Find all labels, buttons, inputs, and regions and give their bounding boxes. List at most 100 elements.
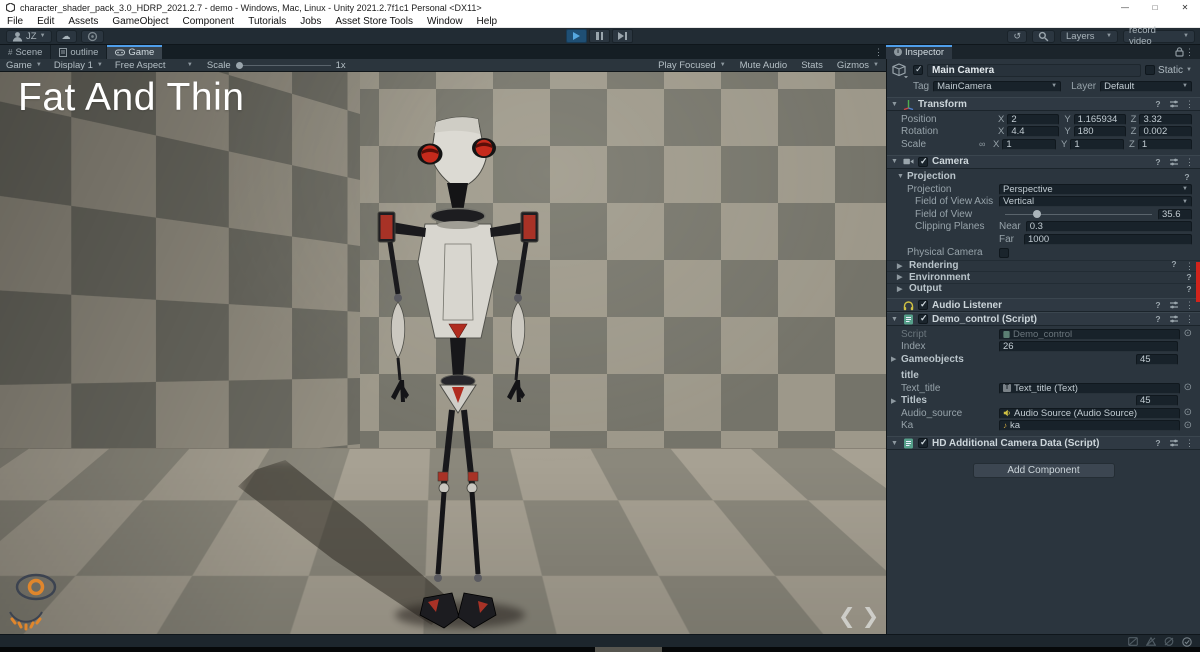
index-field[interactable]: 26 <box>999 341 1178 353</box>
eye-toggle-icon[interactable] <box>14 572 58 602</box>
environment-foldout[interactable]: ▶ Environment ? <box>887 271 1200 283</box>
minimize-button[interactable]: — <box>1110 0 1140 15</box>
display-target-dropdown[interactable]: Display 1 ▼ <box>48 59 109 72</box>
component-menu-icon[interactable]: ⋮ <box>1185 312 1194 326</box>
transform-header[interactable]: ▼ Transform ? ⋮ <box>887 97 1200 111</box>
gameobject-enabled-checkbox[interactable] <box>913 64 923 75</box>
camera-header[interactable]: ▼ Camera ? ⋮ <box>887 154 1200 169</box>
hd-camera-data-enabled-checkbox[interactable] <box>918 437 928 448</box>
camera-enabled-checkbox[interactable] <box>918 156 928 167</box>
help-icon[interactable]: ? <box>1153 99 1163 109</box>
foldout-open-icon[interactable]: ▼ <box>891 158 899 165</box>
scale-x-field[interactable]: 1 <box>1002 138 1056 150</box>
audio-source-object-field[interactable]: Audio Source (Audio Source) <box>999 407 1180 419</box>
script-object-field[interactable]: Demo_control <box>999 328 1180 340</box>
far-field[interactable]: 1000 <box>1024 233 1192 245</box>
account-dropdown[interactable]: JZ ▼ <box>6 29 52 43</box>
add-component-button[interactable]: Add Component <box>972 463 1115 478</box>
menu-tutorials[interactable]: Tutorials <box>241 15 293 28</box>
demo-control-header[interactable]: ▼ Demo_control (Script) ? ⋮ <box>887 312 1200 326</box>
search-button[interactable] <box>1032 29 1055 43</box>
tab-scene[interactable]: # Scene <box>0 45 51 59</box>
static-dropdown-icon[interactable]: ▼ <box>1186 67 1192 73</box>
foldout-closed-icon[interactable]: ▶ <box>891 355 899 363</box>
rendering-foldout[interactable]: ▶ Rendering ? ⋮ <box>887 259 1200 273</box>
physical-camera-checkbox[interactable] <box>999 247 1009 258</box>
titles-row[interactable]: ▶ Titles 45 <box>887 395 1200 408</box>
foldout-open-icon[interactable]: ▼ <box>897 173 905 180</box>
game-viewport[interactable]: Fat And Thin ❮ ❯ <box>0 72 886 634</box>
rotation-x-field[interactable]: 4.4 <box>1007 126 1060 138</box>
foldout-closed-icon[interactable]: ▶ <box>897 273 905 281</box>
static-checkbox[interactable] <box>1145 65 1156 75</box>
menu-component[interactable]: Component <box>176 15 242 28</box>
tab-inspector[interactable]: i Inspector <box>886 45 953 59</box>
position-y-field[interactable]: 1.165934 <box>1073 113 1126 125</box>
menu-assets[interactable]: Assets <box>61 15 105 28</box>
tab-outline[interactable]: outline <box>51 45 107 59</box>
preset-icon[interactable] <box>1169 157 1179 167</box>
taskbar-app-button[interactable] <box>595 647 662 652</box>
hd-camera-data-header[interactable]: ▼ HD Additional Camera Data (Script) ? ⋮ <box>887 436 1200 450</box>
help-icon[interactable]: ? <box>1153 314 1163 324</box>
object-picker-icon[interactable]: ⊙ <box>1184 420 1192 431</box>
fov-slider-knob[interactable] <box>1032 210 1041 219</box>
gameobject-cube-icon[interactable] <box>892 62 909 78</box>
gameobjects-row[interactable]: ▶ Gameobjects 45 <box>887 353 1200 366</box>
foldout-open-icon[interactable]: ▼ <box>891 101 899 108</box>
foldout-open-icon[interactable]: ▼ <box>891 316 899 323</box>
tag-dropdown[interactable]: MainCamera <box>933 80 1062 92</box>
check-circle-icon[interactable] <box>1182 637 1192 647</box>
rotation-y-field[interactable]: 180 <box>1073 126 1126 138</box>
inspector-panel-menu[interactable]: ⋮ <box>1181 45 1198 59</box>
layers-dropdown[interactable]: Layers ▼ <box>1060 29 1118 43</box>
menu-file[interactable]: File <box>0 15 30 28</box>
gizmos-dropdown[interactable]: Gizmos ▼ <box>830 60 886 71</box>
next-arrow[interactable]: ❯ <box>862 604 880 629</box>
layer-dropdown[interactable]: Default <box>1100 80 1192 92</box>
console-warning-muted-icon[interactable] <box>1146 637 1156 646</box>
console-info-muted-icon[interactable] <box>1128 637 1138 646</box>
aspect-ratio-dropdown[interactable]: Free Aspect ▼ <box>109 59 199 72</box>
help-icon[interactable]: ? <box>1184 284 1194 294</box>
rotation-z-field[interactable]: 0.002 <box>1139 126 1192 138</box>
help-icon[interactable]: ? <box>1184 272 1194 282</box>
foldout-closed-icon[interactable]: ▶ <box>897 285 905 293</box>
game-panel-menu[interactable]: ⋮ <box>870 45 887 59</box>
step-button[interactable] <box>612 29 633 43</box>
projection-dropdown[interactable]: Perspective <box>999 183 1192 195</box>
help-icon[interactable]: ? <box>1153 300 1163 310</box>
audio-listener-header[interactable]: ▼ Audio Listener ? ⋮ <box>887 298 1200 312</box>
preset-icon[interactable] <box>1169 314 1179 324</box>
output-foldout[interactable]: ▶ Output ? <box>887 282 1200 294</box>
menu-asset-store-tools[interactable]: Asset Store Tools <box>328 15 420 28</box>
ka-object-field[interactable]: ♪ ka <box>999 420 1180 432</box>
foldout-open-icon[interactable]: ▼ <box>891 440 899 447</box>
foldout-closed-icon[interactable]: ▶ <box>891 397 899 405</box>
cloud-button[interactable]: ☁ <box>55 29 77 43</box>
section-menu-icon[interactable]: ⋮ <box>1185 259 1194 273</box>
projection-group-row[interactable]: ▼ Projection ? <box>887 171 1200 184</box>
undo-history-button[interactable]: ↺ <box>1007 29 1027 43</box>
help-icon[interactable]: ? <box>1153 438 1163 448</box>
position-z-field[interactable]: 3.32 <box>1139 113 1192 125</box>
text-title-object-field[interactable]: T Text_title (Text) <box>999 382 1180 394</box>
component-menu-icon[interactable]: ⋮ <box>1185 155 1194 169</box>
console-error-muted-icon[interactable] <box>1164 637 1174 646</box>
scale-z-field[interactable]: 1 <box>1137 138 1192 150</box>
tab-game[interactable]: Game <box>107 45 163 59</box>
preset-icon[interactable] <box>1169 99 1179 109</box>
menu-gameobject[interactable]: GameObject <box>105 15 175 28</box>
close-button[interactable]: ✕ <box>1170 0 1200 15</box>
stats-toggle[interactable]: Stats <box>794 60 830 71</box>
preset-icon[interactable] <box>1169 438 1179 448</box>
component-menu-icon[interactable]: ⋮ <box>1185 97 1194 111</box>
object-picker-icon[interactable]: ⊙ <box>1184 408 1192 418</box>
help-icon[interactable]: ? <box>1182 172 1192 182</box>
scale-y-field[interactable]: 1 <box>1070 138 1124 150</box>
play-button[interactable] <box>566 29 587 43</box>
object-picker-icon[interactable]: ⊙ <box>1184 383 1192 393</box>
demo-control-enabled-checkbox[interactable] <box>918 313 928 324</box>
gameobjects-count-field[interactable]: 45 <box>1136 353 1178 365</box>
titles-count-field[interactable]: 45 <box>1136 395 1178 407</box>
